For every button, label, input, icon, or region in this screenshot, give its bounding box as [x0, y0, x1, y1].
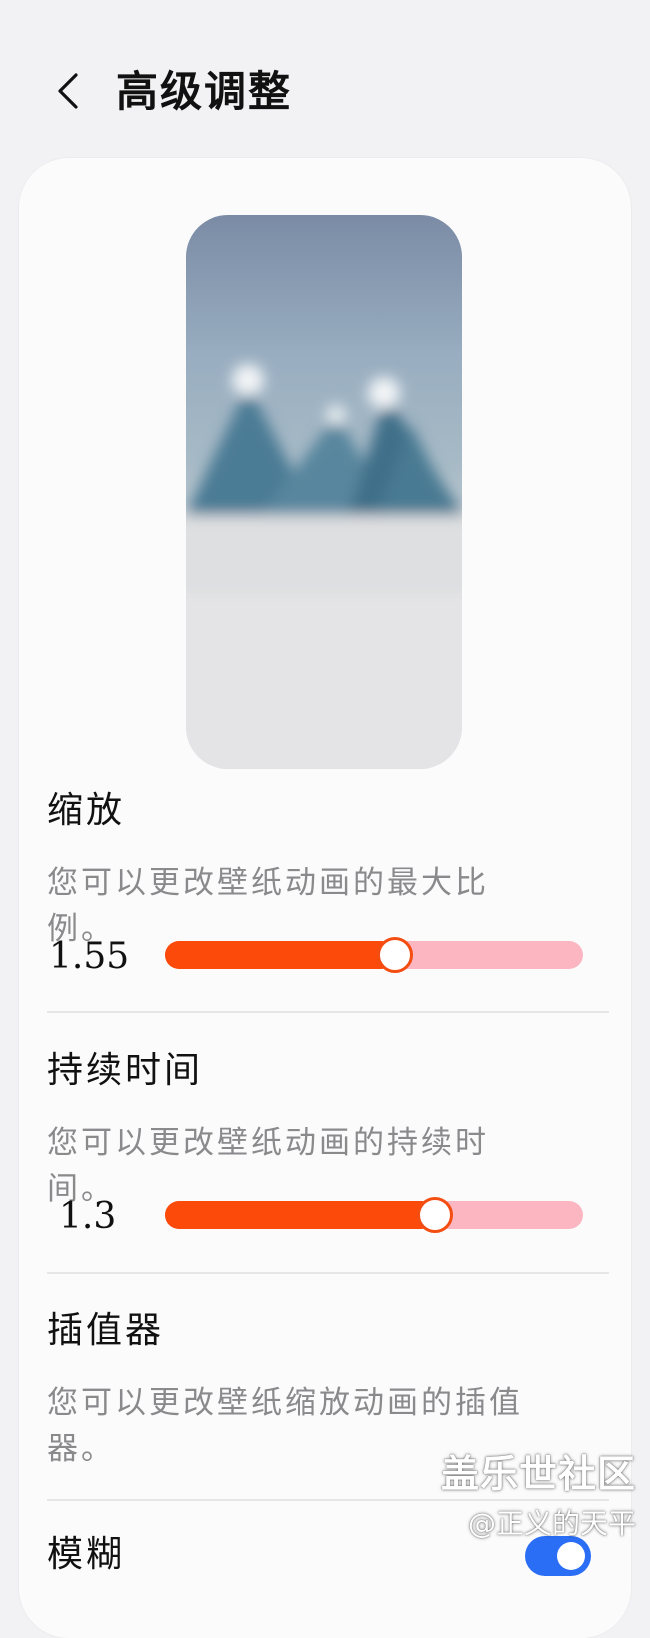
wallpaper-preview-image [186, 215, 462, 769]
watermark: 盖乐世社区 @正义的天平 [441, 1450, 636, 1544]
zoom-title: 缩放 [47, 790, 126, 831]
duration-slider[interactable] [165, 1197, 583, 1233]
wallpaper-preview [186, 215, 462, 769]
watermark-brand: 盖乐世社区 [440, 1452, 636, 1496]
zoom-value: 1.55 [49, 936, 130, 977]
page-title: 高级调整 [116, 67, 293, 116]
zoom-slider[interactable] [165, 937, 583, 973]
divider [47, 1011, 609, 1013]
top-app-bar: 高级调整 [0, 0, 650, 160]
toggle-knob [557, 1542, 585, 1570]
slider-thumb[interactable] [376, 937, 413, 973]
divider [47, 1272, 609, 1274]
back-button[interactable] [50, 66, 86, 116]
slider-thumb[interactable] [416, 1197, 453, 1233]
slider-fill [165, 941, 395, 969]
duration-description: 您可以更改壁纸动画的持续时间。 [47, 1125, 489, 1207]
duration-title: 持续时间 [47, 1050, 204, 1091]
slider-fill [165, 1201, 435, 1229]
interpolator-title: 插值器 [47, 1310, 165, 1351]
chevron-left-icon [58, 73, 78, 109]
settings-card: 缩放 您可以更改壁纸动画的最大比例。 1.55 持续时间 您可以更改壁纸动画的持… [19, 158, 631, 1638]
watermark-author: @正义的天平 [467, 1507, 636, 1540]
blur-title: 模糊 [47, 1534, 126, 1575]
duration-value: 1.3 [59, 1196, 117, 1237]
